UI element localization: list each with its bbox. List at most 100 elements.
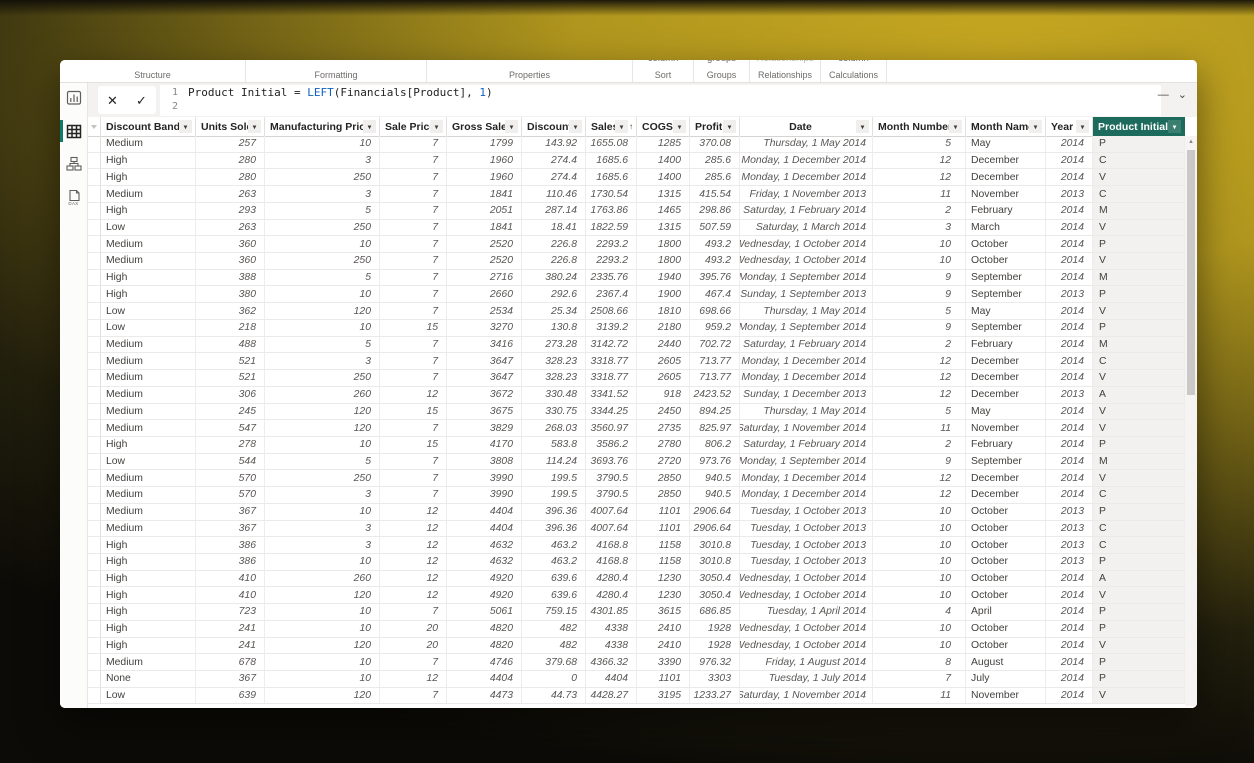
- cell[interactable]: 2605: [637, 353, 690, 369]
- cell[interactable]: Friday, 1 November 2013: [740, 186, 873, 202]
- cell[interactable]: 2014: [1046, 437, 1093, 453]
- cell[interactable]: 2014: [1046, 604, 1093, 620]
- cell[interactable]: 410: [196, 571, 265, 587]
- cell[interactable]: Monday, 1 December 2014: [740, 353, 873, 369]
- filter-dropdown-icon[interactable]: ▾: [673, 120, 686, 133]
- cell[interactable]: 1928: [690, 638, 740, 654]
- cell[interactable]: 1800: [637, 236, 690, 252]
- cell[interactable]: 1810: [637, 303, 690, 319]
- cell[interactable]: 3050.4: [690, 571, 740, 587]
- cell[interactable]: 713.77: [690, 370, 740, 386]
- row-gutter[interactable]: [88, 454, 101, 470]
- column-header-units-sold[interactable]: Units Sold▾: [196, 117, 265, 136]
- cell[interactable]: 2014: [1046, 621, 1093, 637]
- cell[interactable]: M: [1093, 337, 1185, 353]
- cell[interactable]: 120: [265, 587, 380, 603]
- row-gutter[interactable]: [88, 387, 101, 403]
- cell[interactable]: 2014: [1046, 236, 1093, 252]
- cell[interactable]: 7: [380, 270, 447, 286]
- cell[interactable]: 8: [873, 654, 966, 670]
- cell[interactable]: 7: [380, 454, 447, 470]
- cell[interactable]: 482: [522, 621, 586, 637]
- cell[interactable]: Medium: [101, 654, 196, 670]
- cell[interactable]: 3390: [637, 654, 690, 670]
- cell[interactable]: Saturday, 1 March 2014: [740, 220, 873, 236]
- cell[interactable]: 250: [265, 253, 380, 269]
- cell[interactable]: 2: [873, 437, 966, 453]
- cell[interactable]: Medium: [101, 236, 196, 252]
- cell[interactable]: 2013: [1046, 554, 1093, 570]
- cell[interactable]: Tuesday, 1 October 2013: [740, 554, 873, 570]
- cell[interactable]: Thursday, 1 May 2014: [740, 136, 873, 152]
- cell[interactable]: C: [1093, 353, 1185, 369]
- cell[interactable]: 4338: [586, 638, 637, 654]
- column-header-date[interactable]: Date▾: [740, 117, 873, 136]
- cell[interactable]: 3010.8: [690, 554, 740, 570]
- cell[interactable]: 2014: [1046, 688, 1093, 704]
- cell[interactable]: Medium: [101, 420, 196, 436]
- cell[interactable]: 15: [380, 437, 447, 453]
- cell[interactable]: 521: [196, 353, 265, 369]
- cell[interactable]: 3: [265, 487, 380, 503]
- cell[interactable]: 360: [196, 253, 265, 269]
- column-header-month-name[interactable]: Month Name▾: [966, 117, 1046, 136]
- cell[interactable]: 9: [873, 286, 966, 302]
- row-gutter[interactable]: [88, 604, 101, 620]
- cell[interactable]: 2014: [1046, 487, 1093, 503]
- column-header-sale-price[interactable]: Sale Price▾: [380, 117, 447, 136]
- cell[interactable]: 7: [380, 337, 447, 353]
- cell[interactable]: 678: [196, 654, 265, 670]
- cell[interactable]: 4007.64: [586, 504, 637, 520]
- cell[interactable]: Low: [101, 303, 196, 319]
- cell[interactable]: 2014: [1046, 337, 1093, 353]
- cell[interactable]: 2906.64: [690, 504, 740, 520]
- cell[interactable]: 3010.8: [690, 537, 740, 553]
- cell[interactable]: 379.68: [522, 654, 586, 670]
- cell[interactable]: 1233.27: [690, 688, 740, 704]
- cell[interactable]: 12: [873, 470, 966, 486]
- cell[interactable]: Tuesday, 1 July 2014: [740, 671, 873, 687]
- row-gutter[interactable]: [88, 353, 101, 369]
- cell[interactable]: High: [101, 604, 196, 620]
- cell[interactable]: November: [966, 420, 1046, 436]
- cell[interactable]: Thursday, 1 May 2014: [740, 404, 873, 420]
- cell[interactable]: 1960: [447, 169, 522, 185]
- filter-dropdown-icon[interactable]: ▾: [1076, 120, 1089, 133]
- row-gutter[interactable]: [88, 521, 101, 537]
- cell[interactable]: August: [966, 654, 1046, 670]
- cell[interactable]: May: [966, 303, 1046, 319]
- cell[interactable]: 306: [196, 387, 265, 403]
- cell[interactable]: Medium: [101, 353, 196, 369]
- cell[interactable]: July: [966, 671, 1046, 687]
- cell[interactable]: 5: [873, 303, 966, 319]
- cell[interactable]: M: [1093, 270, 1185, 286]
- cell[interactable]: 5: [265, 454, 380, 470]
- row-gutter[interactable]: [88, 303, 101, 319]
- cell[interactable]: 3990: [447, 487, 522, 503]
- cell[interactable]: C: [1093, 521, 1185, 537]
- cell[interactable]: 3303: [690, 671, 740, 687]
- cell[interactable]: 2014: [1046, 203, 1093, 219]
- cell[interactable]: 2720: [637, 454, 690, 470]
- cell[interactable]: 5: [265, 270, 380, 286]
- cell[interactable]: 463.2: [522, 537, 586, 553]
- cell[interactable]: 3990: [447, 470, 522, 486]
- cell[interactable]: 3672: [447, 387, 522, 403]
- cell[interactable]: High: [101, 554, 196, 570]
- cell[interactable]: 2180: [637, 320, 690, 336]
- cell[interactable]: 2014: [1046, 420, 1093, 436]
- cell[interactable]: 3: [265, 521, 380, 537]
- cell[interactable]: 120: [265, 420, 380, 436]
- cell[interactable]: October: [966, 621, 1046, 637]
- cell[interactable]: 702.72: [690, 337, 740, 353]
- cell[interactable]: 4746: [447, 654, 522, 670]
- cell[interactable]: Medium: [101, 521, 196, 537]
- ribbon-button-column[interactable]: column: [821, 60, 886, 64]
- cell[interactable]: March: [966, 220, 1046, 236]
- cell[interactable]: February: [966, 337, 1046, 353]
- cell[interactable]: 10: [265, 671, 380, 687]
- cell[interactable]: 2735: [637, 420, 690, 436]
- cell[interactable]: 1763.86: [586, 203, 637, 219]
- cell[interactable]: 570: [196, 470, 265, 486]
- cell[interactable]: 4301.85: [586, 604, 637, 620]
